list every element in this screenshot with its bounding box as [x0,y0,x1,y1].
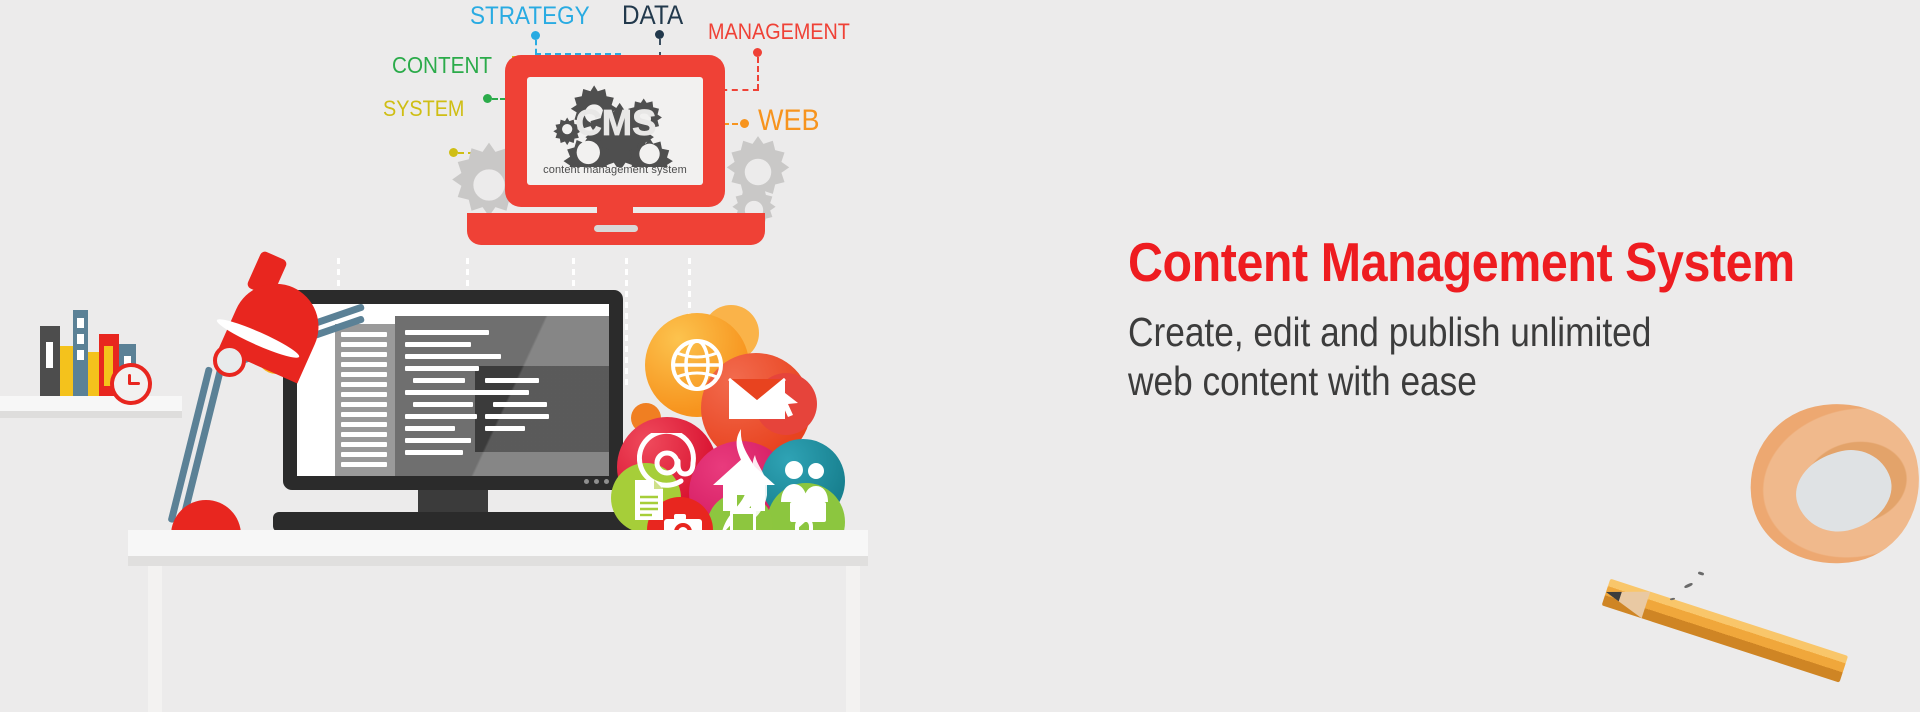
keyword-strategy: STRATEGY [470,2,590,31]
monitor-screen [297,304,609,476]
keyword-management-label: MANAGEMENT [708,19,850,44]
laptop-device: CMS content management system [452,55,790,255]
keyword-content-dot [483,94,492,103]
document-icon-svg [635,480,663,520]
page-subtitle: Create, edit and publish unlimited web c… [1128,309,1652,404]
cms-caption: content management system [543,164,687,176]
pencil-and-shavings [1600,388,1920,712]
keyword-management: MANAGEMENT [708,19,850,45]
laptop-screen: CMS content management system [527,77,703,185]
book-4 [88,352,99,396]
desk-leg-left [148,566,162,712]
wall-clock [110,363,152,405]
clock-hand-minute [129,382,140,385]
globe-icon-svg [671,339,723,391]
book-2 [60,346,73,396]
desk-shadow [128,556,868,566]
laptop-lid: CMS content management system [505,55,725,207]
cms-acronym: CMS [576,102,657,143]
desk-leg-right [846,566,860,712]
cms-gear-logo: CMS [553,85,673,167]
banner-canvas: STRATEGY DATA MANAGEMENT CONTENT SYSTEM [0,0,1920,712]
cursor-icon-svg [776,386,798,417]
laptop-trackpad [594,225,638,232]
monitor-indicator-dots [584,479,609,484]
desk-surface [128,530,868,556]
book-1 [40,326,60,396]
keyword-content: CONTENT [392,52,492,79]
cursor-icon [771,383,803,421]
keyword-system: SYSTEM [383,96,464,122]
page-title: Content Management System [1128,231,1795,293]
shelf [0,396,182,411]
pencil-crumb-2 [1697,571,1705,576]
pencil-crumb-1 [1683,582,1694,589]
pencil-body [1601,578,1849,683]
laptop-base [467,213,765,245]
keyword-content-label: CONTENT [392,52,493,78]
shelf-shadow [0,411,182,418]
keyword-system-label: SYSTEM [383,96,465,121]
book-3 [73,310,88,396]
desk-lamp [165,248,366,548]
keyword-data: DATA [622,0,683,31]
headline-copy-block: Content Management System Create, edit a… [1128,232,1828,406]
keyword-strategy-leader [535,40,539,54]
icon-bubble-cluster [611,305,875,563]
monitor-foot [273,512,633,532]
keyword-strategy-dot [531,31,540,40]
keyword-data-dot [655,30,664,39]
keyword-data-label: DATA [622,0,684,30]
lamp-joint [213,344,246,377]
keyword-strategy-label: STRATEGY [470,2,590,30]
globe-icon [667,335,727,395]
